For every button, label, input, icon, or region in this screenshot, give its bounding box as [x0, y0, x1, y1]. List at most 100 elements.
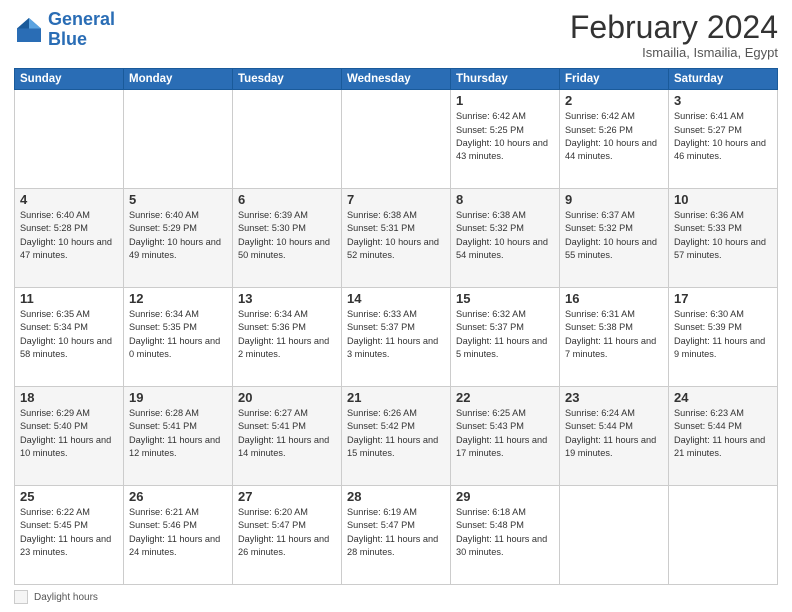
calendar-cell — [560, 486, 669, 585]
logo-text: General Blue — [48, 10, 115, 50]
day-number: 2 — [565, 93, 663, 108]
calendar-week-row: 25 Sunrise: 6:22 AM Sunset: 5:45 PM Dayli… — [15, 486, 778, 585]
day-info: Sunrise: 6:38 AM Sunset: 5:31 PM Dayligh… — [347, 209, 445, 262]
calendar-cell: 29 Sunrise: 6:18 AM Sunset: 5:48 PM Dayli… — [451, 486, 560, 585]
weekday-header: Thursday — [451, 69, 560, 90]
day-number: 21 — [347, 390, 445, 405]
calendar-cell — [669, 486, 778, 585]
calendar-cell: 6 Sunrise: 6:39 AM Sunset: 5:30 PM Daylig… — [233, 189, 342, 288]
calendar-cell: 7Sunrise: 6:38 AM Sunset: 5:31 PM Daylig… — [342, 189, 451, 288]
day-number: 29 — [456, 489, 554, 504]
day-info: Sunrise: 6:20 AM Sunset: 5:47 PM Dayligh… — [238, 506, 336, 559]
day-info: Sunrise: 6:34 AM Sunset: 5:36 PM Dayligh… — [238, 308, 336, 361]
weekday-header: Saturday — [669, 69, 778, 90]
day-number: 24 — [674, 390, 772, 405]
calendar-week-row: 11 Sunrise: 6:35 AM Sunset: 5:34 PM Dayli… — [15, 288, 778, 387]
calendar-cell: 25 Sunrise: 6:22 AM Sunset: 5:45 PM Dayli… — [15, 486, 124, 585]
day-info: Sunrise: 6:35 AM Sunset: 5:34 PM Dayligh… — [20, 308, 118, 361]
day-number: 25 — [20, 489, 118, 504]
calendar-cell: 26 Sunrise: 6:21 AM Sunset: 5:46 PM Dayli… — [124, 486, 233, 585]
calendar-week-row: 4 Sunrise: 6:40 AM Sunset: 5:28 PM Daylig… — [15, 189, 778, 288]
calendar-cell: 8Sunrise: 6:38 AM Sunset: 5:32 PM Daylig… — [451, 189, 560, 288]
day-info: Sunrise: 6:26 AM Sunset: 5:42 PM Dayligh… — [347, 407, 445, 460]
day-number: 19 — [129, 390, 227, 405]
day-number: 14 — [347, 291, 445, 306]
logo-icon — [14, 15, 44, 45]
calendar-cell: 18Sunrise: 6:29 AM Sunset: 5:40 PM Dayli… — [15, 387, 124, 486]
day-number: 27 — [238, 489, 336, 504]
day-number: 13 — [238, 291, 336, 306]
day-number: 5 — [129, 192, 227, 207]
day-info: Sunrise: 6:24 AM Sunset: 5:44 PM Dayligh… — [565, 407, 663, 460]
day-number: 6 — [238, 192, 336, 207]
logo: General Blue — [14, 10, 115, 50]
day-number: 16 — [565, 291, 663, 306]
day-info: Sunrise: 6:21 AM Sunset: 5:46 PM Dayligh… — [129, 506, 227, 559]
calendar-cell: 16 Sunrise: 6:31 AM Sunset: 5:38 PM Dayli… — [560, 288, 669, 387]
calendar-cell: 22Sunrise: 6:25 AM Sunset: 5:43 PM Dayli… — [451, 387, 560, 486]
weekday-header: Tuesday — [233, 69, 342, 90]
day-number: 1 — [456, 93, 554, 108]
weekday-header: Sunday — [15, 69, 124, 90]
day-info: Sunrise: 6:31 AM Sunset: 5:38 PM Dayligh… — [565, 308, 663, 361]
day-number: 10 — [674, 192, 772, 207]
day-info: Sunrise: 6:28 AM Sunset: 5:41 PM Dayligh… — [129, 407, 227, 460]
day-info: Sunrise: 6:29 AM Sunset: 5:40 PM Dayligh… — [20, 407, 118, 460]
day-number: 12 — [129, 291, 227, 306]
header: General Blue February 2024 Ismailia, Ism… — [14, 10, 778, 60]
day-number: 22 — [456, 390, 554, 405]
calendar-cell — [233, 90, 342, 189]
calendar-cell: 19 Sunrise: 6:28 AM Sunset: 5:41 PM Dayli… — [124, 387, 233, 486]
calendar-cell — [124, 90, 233, 189]
day-number: 17 — [674, 291, 772, 306]
calendar-cell: 24 Sunrise: 6:23 AM Sunset: 5:44 PM Dayli… — [669, 387, 778, 486]
calendar-cell: 28 Sunrise: 6:19 AM Sunset: 5:47 PM Dayli… — [342, 486, 451, 585]
calendar-cell — [15, 90, 124, 189]
calendar-cell: 27 Sunrise: 6:20 AM Sunset: 5:47 PM Dayli… — [233, 486, 342, 585]
day-number: 4 — [20, 192, 118, 207]
day-info: Sunrise: 6:39 AM Sunset: 5:30 PM Dayligh… — [238, 209, 336, 262]
calendar-cell: 3Sunrise: 6:41 AM Sunset: 5:27 PM Daylig… — [669, 90, 778, 189]
day-number: 15 — [456, 291, 554, 306]
calendar-cell: 12Sunrise: 6:34 AM Sunset: 5:35 PM Dayli… — [124, 288, 233, 387]
weekday-header: Friday — [560, 69, 669, 90]
day-info: Sunrise: 6:37 AM Sunset: 5:32 PM Dayligh… — [565, 209, 663, 262]
calendar-cell: 5 Sunrise: 6:40 AM Sunset: 5:29 PM Daylig… — [124, 189, 233, 288]
title-block: February 2024 Ismailia, Ismailia, Egypt — [570, 10, 778, 60]
day-number: 11 — [20, 291, 118, 306]
day-info: Sunrise: 6:19 AM Sunset: 5:47 PM Dayligh… — [347, 506, 445, 559]
location: Ismailia, Ismailia, Egypt — [570, 45, 778, 60]
month-title: February 2024 — [570, 10, 778, 45]
day-number: 28 — [347, 489, 445, 504]
day-info: Sunrise: 6:23 AM Sunset: 5:44 PM Dayligh… — [674, 407, 772, 460]
day-info: Sunrise: 6:27 AM Sunset: 5:41 PM Dayligh… — [238, 407, 336, 460]
weekday-row: SundayMondayTuesdayWednesdayThursdayFrid… — [15, 69, 778, 90]
calendar-cell: 13 Sunrise: 6:34 AM Sunset: 5:36 PM Dayli… — [233, 288, 342, 387]
calendar-cell: 14 Sunrise: 6:33 AM Sunset: 5:37 PM Dayli… — [342, 288, 451, 387]
legend: Daylight hours — [14, 590, 778, 604]
legend-label: Daylight hours — [34, 592, 98, 603]
weekday-header: Wednesday — [342, 69, 451, 90]
calendar-cell: 9 Sunrise: 6:37 AM Sunset: 5:32 PM Daylig… — [560, 189, 669, 288]
calendar-cell: 23 Sunrise: 6:24 AM Sunset: 5:44 PM Dayli… — [560, 387, 669, 486]
day-info: Sunrise: 6:40 AM Sunset: 5:28 PM Dayligh… — [20, 209, 118, 262]
day-info: Sunrise: 6:33 AM Sunset: 5:37 PM Dayligh… — [347, 308, 445, 361]
day-info: Sunrise: 6:22 AM Sunset: 5:45 PM Dayligh… — [20, 506, 118, 559]
day-info: Sunrise: 6:18 AM Sunset: 5:48 PM Dayligh… — [456, 506, 554, 559]
day-info: Sunrise: 6:32 AM Sunset: 5:37 PM Dayligh… — [456, 308, 554, 361]
day-number: 23 — [565, 390, 663, 405]
calendar-week-row: 18Sunrise: 6:29 AM Sunset: 5:40 PM Dayli… — [15, 387, 778, 486]
day-info: Sunrise: 6:42 AM Sunset: 5:26 PM Dayligh… — [565, 110, 663, 163]
logo-general: General — [48, 9, 115, 29]
legend-box — [14, 590, 28, 604]
day-number: 9 — [565, 192, 663, 207]
calendar-header: SundayMondayTuesdayWednesdayThursdayFrid… — [15, 69, 778, 90]
day-number: 26 — [129, 489, 227, 504]
day-info: Sunrise: 6:42 AM Sunset: 5:25 PM Dayligh… — [456, 110, 554, 163]
day-info: Sunrise: 6:40 AM Sunset: 5:29 PM Dayligh… — [129, 209, 227, 262]
day-number: 8 — [456, 192, 554, 207]
page: General Blue February 2024 Ismailia, Ism… — [0, 0, 792, 612]
calendar-cell: 17Sunrise: 6:30 AM Sunset: 5:39 PM Dayli… — [669, 288, 778, 387]
day-number: 20 — [238, 390, 336, 405]
day-number: 3 — [674, 93, 772, 108]
